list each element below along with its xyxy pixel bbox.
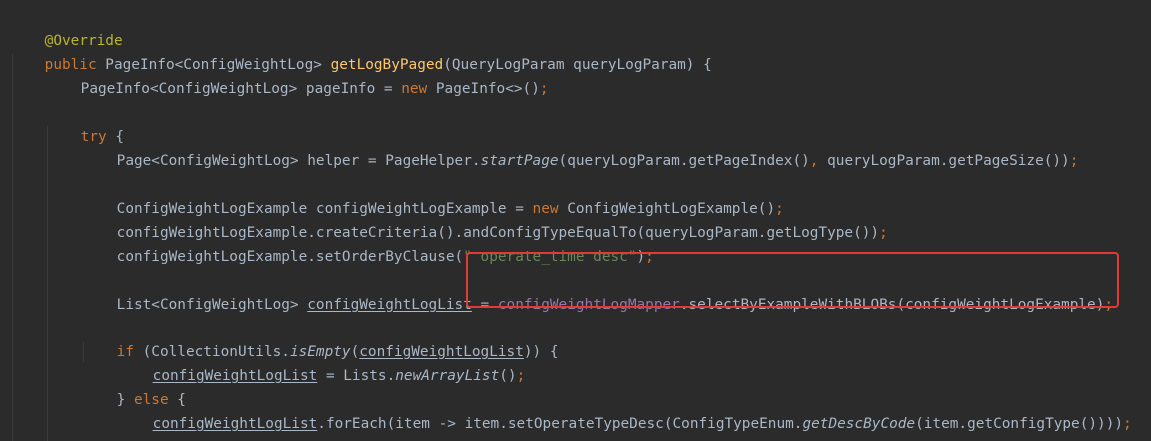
indent-guide bbox=[47, 126, 48, 441]
string-literal: " operate_time desc" bbox=[463, 249, 637, 265]
code-line-12[interactable]: } else { bbox=[82, 364, 186, 408]
code-line-8[interactable]: configWeightLogExample.setOrderByClause(… bbox=[82, 221, 654, 265]
semicolon: ; bbox=[1104, 297, 1114, 313]
semicolon: ; bbox=[1123, 416, 1132, 432]
pageinfo-constructor: PageInfo<>() bbox=[427, 81, 540, 97]
code-line-1[interactable]: @Override bbox=[10, 5, 123, 49]
code-editor[interactable]: @Override public PageInfo<ConfigWeightLo… bbox=[0, 0, 1151, 441]
select-call: .selectByExampleWithBLOBs(configWeightLo… bbox=[679, 297, 1105, 313]
code-line-4[interactable]: try { bbox=[46, 101, 124, 145]
code-line-2[interactable]: public PageInfo<ConfigWeightLog> getLogB… bbox=[10, 29, 712, 73]
code-line-5[interactable]: Page<ConfigWeightLog> helper = PageHelpe… bbox=[82, 125, 1079, 169]
code-line-9[interactable]: List<ConfigWeightLog> configWeightLogLis… bbox=[82, 269, 1113, 313]
semicolon: ; bbox=[645, 249, 654, 265]
keyword-new: new bbox=[401, 81, 428, 97]
startpage-args-2: queryLogParam.getPageSize()) bbox=[818, 153, 1070, 169]
variable-config-weight-log-list: configWeightLogList bbox=[307, 297, 472, 313]
code-line-10[interactable]: if (CollectionUtils.isEmpty(configWeight… bbox=[82, 316, 559, 360]
foreach-close: (item.getConfigType()))) bbox=[915, 416, 1124, 432]
foreach-call: .forEach(item -> item.setOperateTypeDesc… bbox=[317, 416, 803, 432]
variable-config-weight-log-list: configWeightLogList bbox=[152, 416, 318, 432]
semicolon: ; bbox=[879, 225, 888, 241]
static-call-getdescbycode: getDescByCode bbox=[802, 416, 916, 432]
startpage-args: (queryLogParam.getPageIndex() bbox=[558, 153, 810, 169]
if-close: )) { bbox=[523, 344, 559, 360]
semicolon: ; bbox=[1069, 153, 1079, 169]
order-by-call: configWeightLogExample.setOrderByClause( bbox=[116, 249, 464, 265]
semicolon: ; bbox=[539, 81, 549, 97]
code-line-6[interactable]: ConfigWeightLogExample configWeightLogEx… bbox=[82, 173, 784, 217]
list-declaration: List<ConfigWeightLog> bbox=[116, 297, 308, 313]
lists-assignment: = Lists. bbox=[317, 368, 396, 384]
field-mapper: configWeightLogMapper bbox=[497, 297, 680, 313]
code-line-13[interactable]: configWeightLogList.forEach(item -> item… bbox=[118, 388, 1132, 432]
indent-guide bbox=[12, 54, 13, 441]
pageinfo-declaration: PageInfo<ConfigWeightLog> pageInfo = bbox=[80, 81, 402, 97]
code-line-11[interactable]: configWeightLogList = Lists.newArrayList… bbox=[118, 340, 526, 384]
code-line-14[interactable]: } bbox=[82, 412, 126, 441]
static-call-startpage: startPage bbox=[480, 153, 559, 169]
newarraylist-close: () bbox=[499, 368, 517, 384]
order-by-close: ) bbox=[636, 249, 646, 265]
code-line-7[interactable]: configWeightLogExample.createCriteria().… bbox=[82, 197, 888, 241]
code-line-3[interactable]: PageInfo<ConfigWeightLog> pageInfo = new… bbox=[46, 53, 549, 97]
semicolon: ; bbox=[516, 368, 526, 384]
static-call-newarraylist: newArrayList bbox=[395, 368, 500, 384]
helper-declaration: Page<ConfigWeightLog> helper = PageHelpe… bbox=[116, 153, 481, 169]
assignment: = bbox=[471, 297, 498, 313]
